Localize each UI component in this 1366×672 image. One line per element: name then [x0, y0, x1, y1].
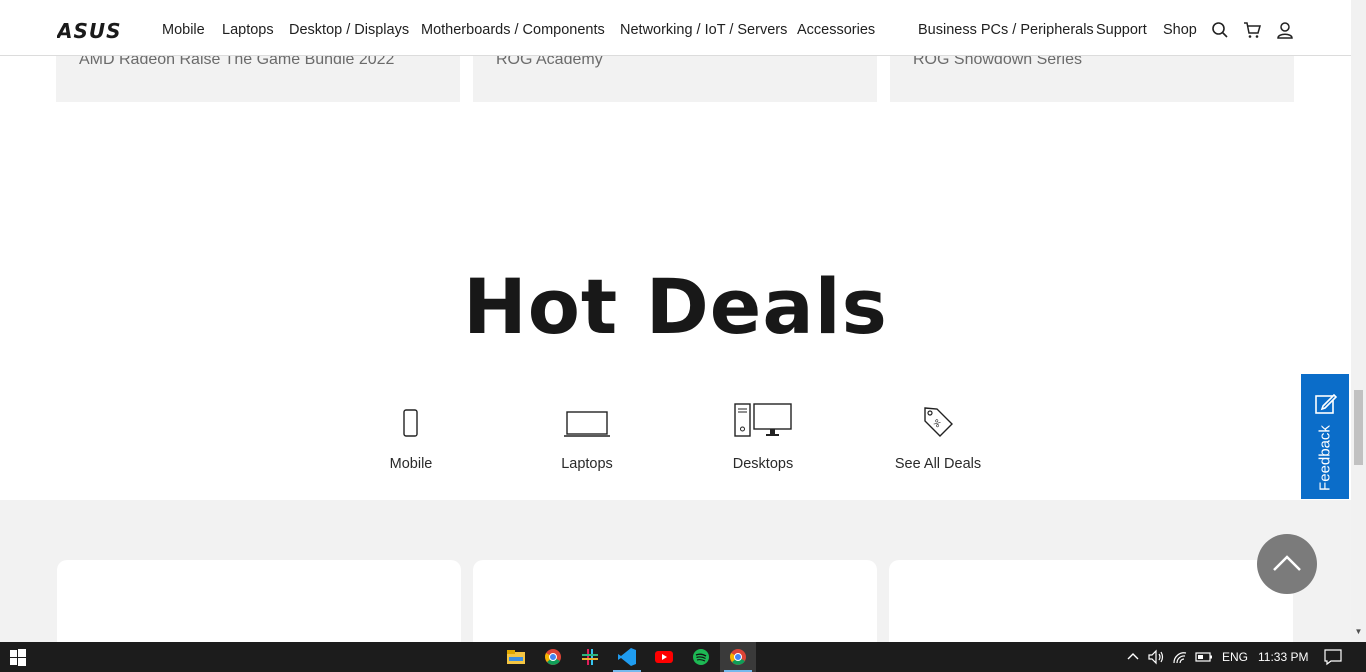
- chevron-up-tray-icon[interactable]: [1122, 646, 1144, 668]
- chevron-up-icon: [1273, 555, 1301, 571]
- language-indicator[interactable]: ENG: [1222, 650, 1248, 664]
- vscode-icon[interactable]: [616, 646, 638, 668]
- deal-card[interactable]: [57, 560, 461, 642]
- asus-logo[interactable]: ASUS: [57, 20, 135, 42]
- volume-icon[interactable]: [1145, 646, 1167, 668]
- youtube-icon[interactable]: [653, 646, 675, 668]
- feedback-label: Feedback: [1316, 425, 1334, 491]
- nav-shop[interactable]: Shop: [1163, 22, 1197, 38]
- category-see-all-deals[interactable]: % See All Deals: [863, 400, 1013, 480]
- laptop-icon: [564, 411, 610, 437]
- category-label: Desktops: [732, 456, 794, 472]
- spotify-icon[interactable]: [690, 646, 712, 668]
- scrollbar-track[interactable]: [1351, 0, 1366, 642]
- scrollbar-thumb[interactable]: [1354, 390, 1363, 465]
- nav-desktop-displays[interactable]: Desktop / Displays: [289, 22, 409, 38]
- nav-laptops[interactable]: Laptops: [222, 22, 274, 38]
- deal-card[interactable]: [473, 560, 877, 642]
- category-label: See All Deals: [894, 456, 982, 472]
- search-icon[interactable]: [1211, 21, 1229, 39]
- hot-deals-title: Hot Deals: [463, 262, 888, 351]
- category-desktops[interactable]: Desktops: [688, 400, 838, 480]
- price-tag-icon: %: [924, 407, 953, 437]
- nav-networking-iot-servers[interactable]: Networking / IoT / Servers: [620, 22, 787, 38]
- wifi-icon[interactable]: [1170, 646, 1192, 668]
- notification-icon[interactable]: [1322, 646, 1344, 668]
- nav-motherboards-components[interactable]: Motherboards / Components: [421, 22, 605, 38]
- phone-icon: [403, 409, 418, 437]
- deal-card[interactable]: [889, 560, 1293, 642]
- slack-icon[interactable]: [579, 646, 601, 668]
- svg-text:ASUS: ASUS: [57, 20, 122, 42]
- nav-accessories[interactable]: Accessories: [797, 22, 875, 38]
- top-navigation: ASUS Mobile Laptops Desktop / Displays M…: [0, 0, 1351, 56]
- windows-taskbar: ENG 11:33 PM: [0, 642, 1366, 672]
- nav-business-pcs[interactable]: Business PCs / Peripherals: [918, 22, 1094, 38]
- chrome-icon[interactable]: [542, 646, 564, 668]
- file-explorer-icon[interactable]: [505, 646, 527, 668]
- battery-icon[interactable]: [1193, 646, 1215, 668]
- category-mobile[interactable]: Mobile: [336, 400, 486, 480]
- nav-mobile[interactable]: Mobile: [162, 22, 205, 38]
- back-to-top-button[interactable]: [1257, 534, 1317, 594]
- chrome-active-icon[interactable]: [727, 646, 749, 668]
- category-laptops[interactable]: Laptops: [512, 400, 662, 480]
- windows-start-icon[interactable]: [7, 646, 29, 668]
- nav-support[interactable]: Support: [1096, 22, 1147, 38]
- clock[interactable]: 11:33 PM: [1258, 650, 1308, 664]
- feedback-tab[interactable]: Feedback: [1301, 374, 1349, 499]
- cart-icon[interactable]: [1243, 21, 1261, 39]
- scroll-down-arrow-icon[interactable]: ▼: [1354, 627, 1363, 637]
- desktop-icon: [734, 403, 792, 437]
- category-label: Mobile: [389, 456, 433, 472]
- user-icon[interactable]: [1276, 21, 1294, 39]
- category-label: Laptops: [561, 456, 613, 472]
